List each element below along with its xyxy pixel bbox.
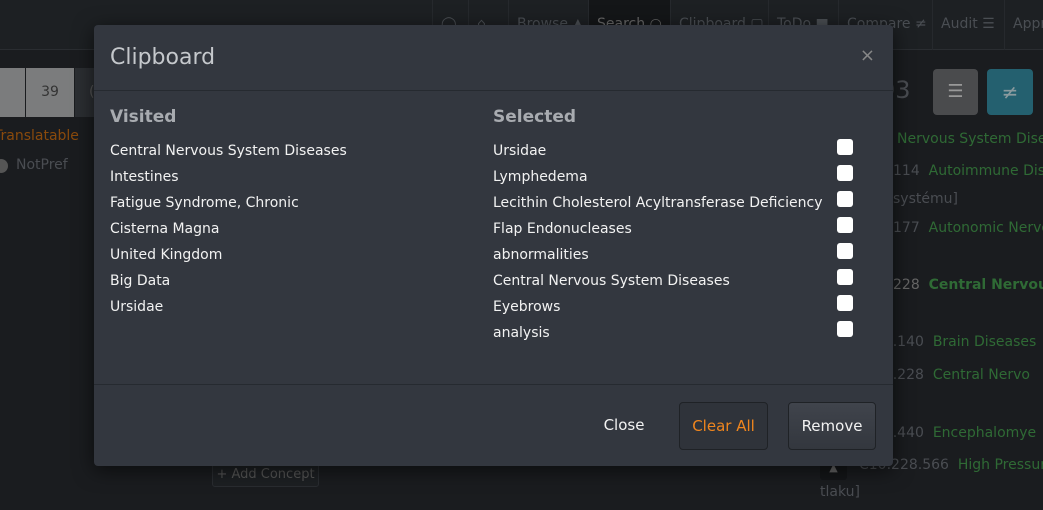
visited-item[interactable]: Big Data <box>110 271 347 297</box>
visited-item[interactable]: Central Nervous System Diseases <box>110 141 347 167</box>
modal-header: Clipboard × <box>94 25 893 91</box>
notpref-label: NotPref <box>16 157 68 173</box>
selected-item-label[interactable]: Lymphedema <box>493 169 588 185</box>
selected-item-label[interactable]: abnormalities <box>493 247 589 263</box>
segment-button-39[interactable]: 39 <box>26 68 74 117</box>
selected-item-checkbox[interactable] <box>837 165 853 181</box>
visited-column: Visited Central Nervous System Diseases I… <box>110 107 347 323</box>
tree-item-note: systému] <box>893 191 958 207</box>
selected-item-label[interactable]: Lecithin Cholesterol Acyltransferase Def… <box>493 195 823 211</box>
list-view-button[interactable]: ☰ <box>933 69 978 115</box>
selected-item-label[interactable]: Eyebrows <box>493 299 560 315</box>
nav-approve[interactable]: Appr <box>1004 0 1043 50</box>
tree-item-note: tlaku] <box>820 484 860 500</box>
selected-item-label[interactable]: Central Nervous System Diseases <box>493 273 730 289</box>
visited-item[interactable]: Ursidae <box>110 297 347 323</box>
selected-item-checkbox[interactable] <box>837 243 853 259</box>
clipboard-modal: Clipboard × Visited Central Nervous Syst… <box>94 25 893 466</box>
selected-item-label[interactable]: analysis <box>493 325 550 341</box>
visited-item[interactable]: United Kingdom <box>110 245 347 271</box>
selected-item: Flap Endonucleases <box>493 217 863 245</box>
visited-item[interactable]: Fatigue Syndrome, Chronic <box>110 193 347 219</box>
compare-button[interactable]: ≠ <box>987 69 1033 115</box>
remove-button[interactable]: Remove <box>788 402 876 450</box>
translatable-label: Translatable <box>0 128 79 144</box>
close-icon[interactable]: × <box>860 45 875 66</box>
list-icon: ☰ <box>982 16 995 32</box>
tree-item[interactable]: Nervous System Disea <box>897 131 1043 147</box>
selected-item-checkbox[interactable] <box>837 269 853 285</box>
segment-button[interactable] <box>0 68 25 117</box>
modal-title: Clipboard <box>110 45 216 70</box>
selected-column: Selected Ursidae Lymphedema Lecithin Chole… <box>493 107 863 349</box>
not-equal-icon: ≠ <box>1001 80 1019 104</box>
close-button[interactable]: Close <box>590 402 658 450</box>
modal-footer: Close Clear All Remove <box>94 384 893 466</box>
visited-item[interactable]: Cisterna Magna <box>110 219 347 245</box>
visited-title: Visited <box>110 107 177 127</box>
selected-item: Eyebrows <box>493 295 863 323</box>
selected-item-label[interactable]: Ursidae <box>493 143 546 159</box>
not-equal-icon: ≠ <box>914 16 927 32</box>
selected-title: Selected <box>493 107 577 127</box>
tree-item[interactable]: 177 Autonomic Nervou <box>893 220 1043 236</box>
list-icon: ☰ <box>947 81 964 102</box>
selected-item-checkbox[interactable] <box>837 217 853 233</box>
selected-item: Lymphedema <box>493 165 863 193</box>
selected-item: abnormalities <box>493 243 863 271</box>
selected-item-checkbox[interactable] <box>837 295 853 311</box>
tree-item-current[interactable]: 228 Central Nervous S <box>893 277 1043 293</box>
selected-item: analysis <box>493 321 863 349</box>
selected-item-checkbox[interactable] <box>837 191 853 207</box>
visited-item[interactable]: Intestines <box>110 167 347 193</box>
notpref-radio[interactable] <box>0 159 8 173</box>
clear-all-button[interactable]: Clear All <box>679 402 768 450</box>
selected-item: Ursidae <box>493 139 863 167</box>
selected-item-label[interactable]: Flap Endonucleases <box>493 221 632 237</box>
nav-audit[interactable]: Audit ☰ <box>932 0 1004 50</box>
selected-item: Central Nervous System Diseases <box>493 269 863 297</box>
selected-item: Lecithin Cholesterol Acyltransferase Def… <box>493 191 863 219</box>
tree-item[interactable]: 114 Autoimmune Dise <box>893 163 1043 179</box>
selected-item-checkbox[interactable] <box>837 139 853 155</box>
selected-item-checkbox[interactable] <box>837 321 853 337</box>
